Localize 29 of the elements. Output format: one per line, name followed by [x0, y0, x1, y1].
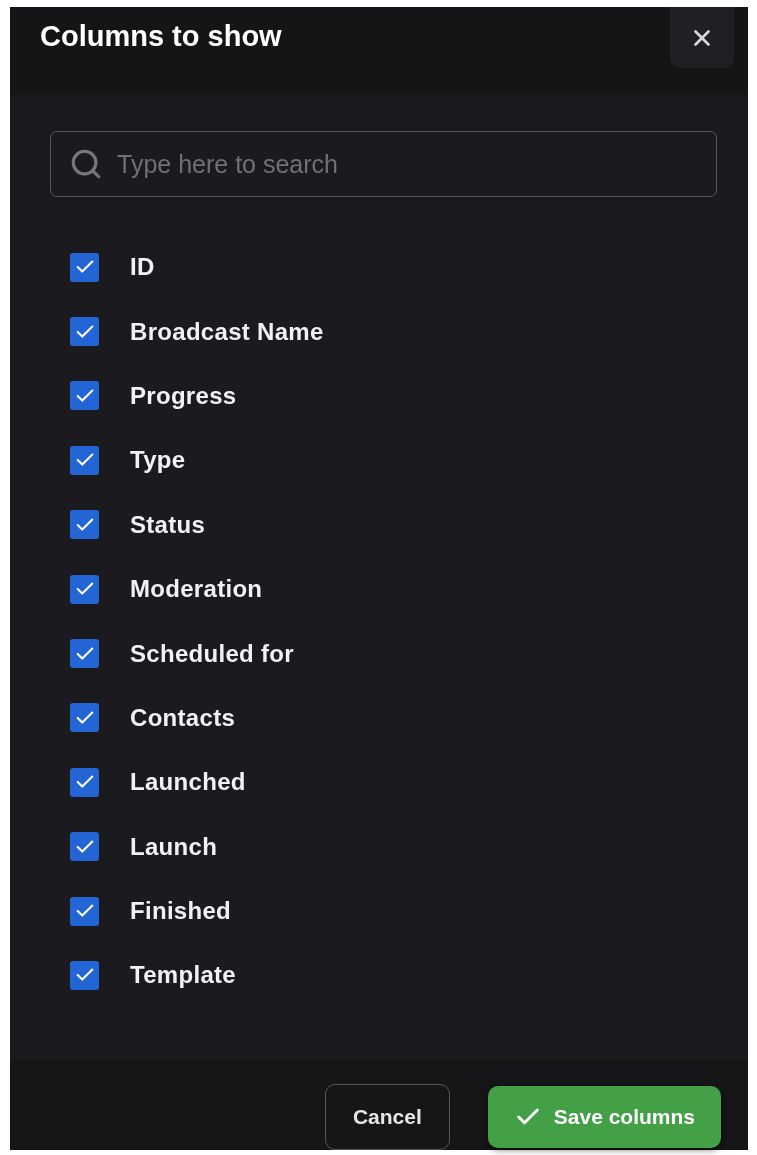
column-label: Launch — [130, 832, 218, 861]
cancel-button[interactable]: Cancel — [324, 1084, 450, 1150]
column-label: Contacts — [130, 703, 236, 732]
checkbox[interactable] — [70, 252, 99, 282]
checkbox[interactable] — [70, 381, 99, 411]
column-label: Template — [130, 961, 236, 990]
column-label: Moderation — [130, 575, 263, 604]
column-label: Broadcast Name — [130, 317, 324, 346]
checkbox[interactable] — [70, 639, 99, 669]
column-label: Progress — [130, 381, 237, 410]
close-button[interactable] — [670, 7, 734, 68]
checkbox[interactable] — [70, 574, 99, 604]
column-label: Status — [130, 510, 206, 539]
search-icon — [69, 147, 103, 181]
checkbox[interactable] — [70, 510, 99, 540]
checkbox[interactable] — [70, 317, 99, 347]
checkbox[interactable] — [70, 832, 99, 862]
checkbox[interactable] — [70, 961, 99, 990]
checkbox[interactable] — [70, 703, 99, 733]
checkbox[interactable] — [70, 445, 99, 475]
column-label: Type — [130, 446, 186, 475]
column-label: ID — [130, 253, 155, 282]
column-label: Finished — [130, 897, 232, 926]
dialog-title: Columns to show — [40, 19, 282, 53]
search-field[interactable]: Type here to search — [50, 131, 717, 197]
column-label: Launched — [130, 768, 246, 797]
checkbox[interactable] — [70, 767, 99, 797]
column-label: Scheduled for — [130, 639, 294, 668]
checkbox[interactable] — [70, 896, 99, 926]
